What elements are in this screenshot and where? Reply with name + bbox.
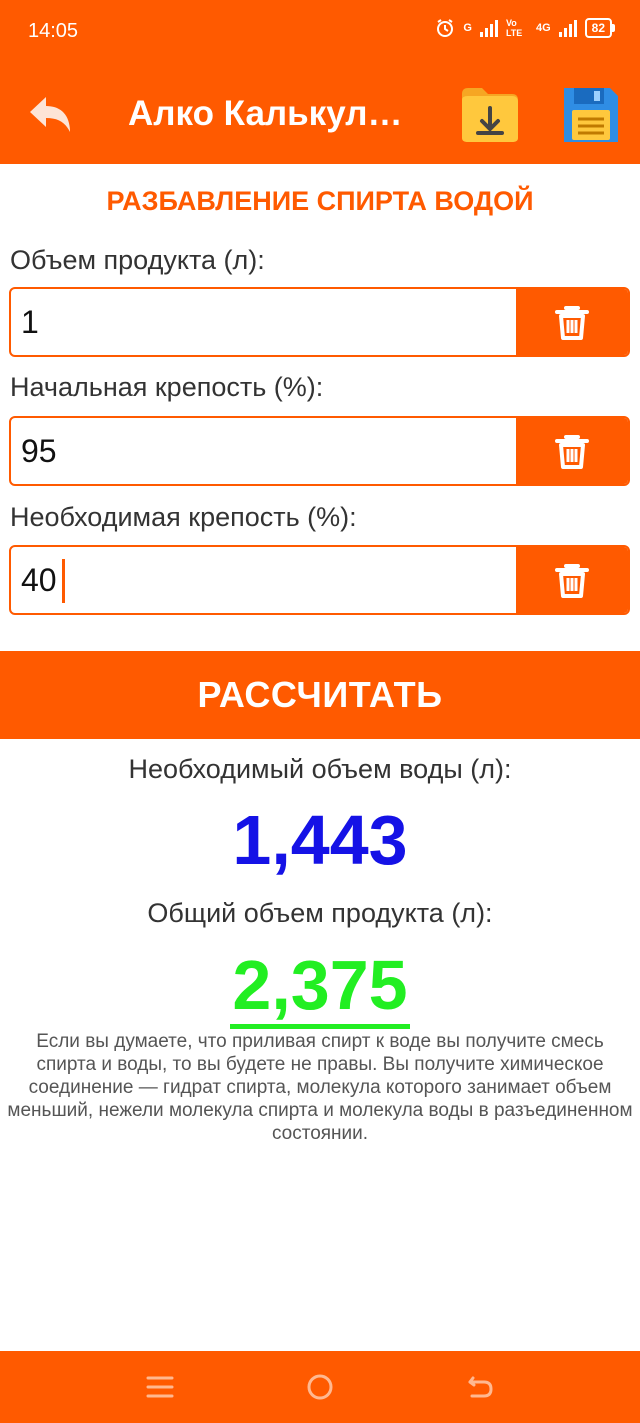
signal-icon [479, 19, 498, 37]
target-strength-input[interactable] [11, 547, 516, 613]
water-volume-label: Необходимый объем воды (л): [128, 754, 512, 784]
initial-strength-field [9, 416, 630, 486]
floppy-disk-icon [564, 88, 618, 142]
total-volume-value: 2,375 [230, 946, 410, 1029]
back-arrow-icon [30, 97, 70, 132]
open-file-button[interactable] [458, 84, 522, 146]
text-caret [62, 559, 65, 603]
battery-icon: 82 [584, 18, 616, 38]
total-volume-value-wrap: 2,375 [0, 945, 640, 1029]
app-title: Алко Калькулятор [128, 94, 418, 133]
network-type-g: G [463, 22, 472, 34]
volume-label: Объем продукта (л): [10, 245, 265, 275]
trash-icon [555, 564, 589, 598]
alarm-icon [437, 19, 454, 37]
calculate-button[interactable]: РАССЧИТАТЬ [0, 651, 640, 739]
section-title: РАЗБАВЛЕНИЕ СПИРТА ВОДОЙ [106, 186, 534, 216]
signal-icon-2 [558, 19, 577, 37]
clear-initial-strength-button[interactable] [516, 418, 628, 484]
menu-icon [146, 1376, 174, 1398]
status-bar: 14:05 G Vo LTE 4G 82 [0, 0, 640, 64]
volume-input[interactable] [11, 289, 516, 355]
trash-icon [555, 306, 589, 340]
navigation-bar [0, 1351, 640, 1423]
save-button[interactable] [560, 84, 622, 146]
water-volume-value: 1,443 [232, 801, 408, 879]
total-volume-label: Общий объем продукта (л): [147, 898, 493, 928]
home-button[interactable] [302, 1369, 338, 1405]
home-circle-icon [307, 1374, 333, 1400]
target-strength-label: Необходимая крепость (%): [10, 502, 357, 532]
clear-target-strength-button[interactable] [516, 547, 628, 613]
network-type-volte: Vo LTE [505, 18, 523, 38]
target-strength-field [9, 545, 630, 615]
menu-button[interactable] [142, 1369, 178, 1405]
trash-icon [555, 435, 589, 469]
initial-strength-label: Начальная крепость (%): [10, 372, 324, 402]
nav-back-icon [468, 1376, 493, 1398]
app-bar: Алко Калькулятор [0, 64, 640, 164]
status-icons: G Vo LTE 4G 82 [435, 18, 616, 38]
status-time: 14:05 [28, 20, 79, 42]
info-note: Если вы думаете, что приливая спирт к во… [7, 1031, 633, 1144]
back-button[interactable] [26, 92, 74, 140]
initial-strength-input[interactable] [11, 418, 516, 484]
folder-download-icon [462, 88, 518, 142]
nav-back-button[interactable] [462, 1369, 498, 1405]
volume-field [9, 287, 630, 357]
clear-volume-button[interactable] [516, 289, 628, 355]
network-type-4g: 4G [535, 22, 551, 34]
